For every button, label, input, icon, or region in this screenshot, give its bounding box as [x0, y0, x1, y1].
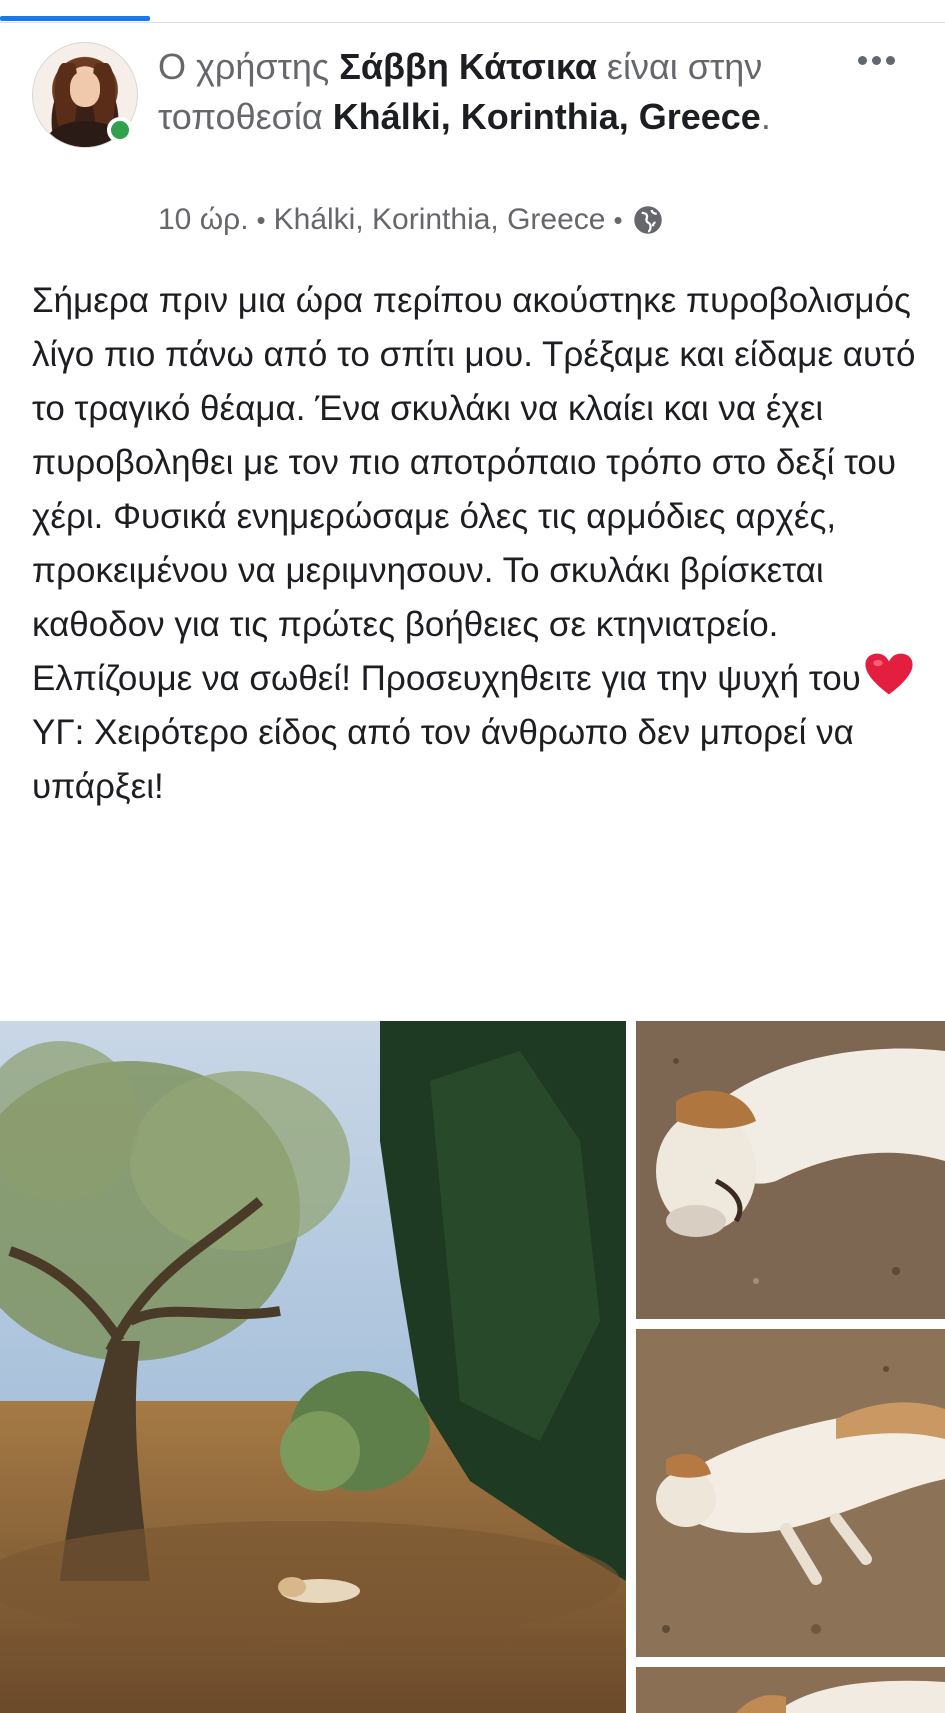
olive-grove-photo[interactable] [0, 1021, 626, 1713]
heart-icon [865, 653, 913, 695]
meta-location[interactable]: Khálki, Korinthia, Greece [274, 198, 606, 242]
post-timestamp[interactable]: 10 ώρ. [158, 198, 249, 242]
header-prefix: Ο χρήστης [158, 46, 340, 87]
photo-grid [0, 1021, 945, 1713]
online-status-dot [107, 117, 133, 143]
globe-icon[interactable] [633, 205, 663, 235]
dog-closeup-photo[interactable] [636, 1021, 945, 1319]
post-text: Σήμερα πριν μια ώρα περίπου ακούστηκε πυ… [32, 274, 922, 814]
dog-partial-photo[interactable] [636, 1667, 945, 1713]
avatar-face [70, 71, 100, 107]
more-dot [885, 55, 895, 65]
location-link[interactable]: Khálki, Korinthia, Greece [333, 96, 761, 137]
more-dot [857, 55, 867, 65]
dog-lying-photo[interactable] [636, 1329, 945, 1657]
post-header: Ο χρήστης Σάββη Κάτσικα είναι στην τοποθ… [158, 42, 798, 142]
top-tab-bar [0, 0, 945, 23]
more-dot [871, 55, 881, 65]
user-name-link[interactable]: Σάββη Κάτσικα [339, 46, 597, 87]
post-meta: 10 ώρ. • Khálki, Korinthia, Greece • [158, 198, 663, 242]
more-options-icon[interactable] [846, 44, 906, 76]
post-body-text: Σήμερα πριν μια ώρα περίπου ακούστηκε πυ… [32, 281, 916, 698]
meta-separator: • [256, 205, 266, 235]
active-tab-indicator [0, 16, 150, 21]
header-suffix: . [760, 96, 771, 137]
post-ps-text: ΥΓ: Χειρότερο είδος από τον άνθρωπο δεν … [32, 713, 854, 806]
meta-separator: • [613, 205, 623, 235]
